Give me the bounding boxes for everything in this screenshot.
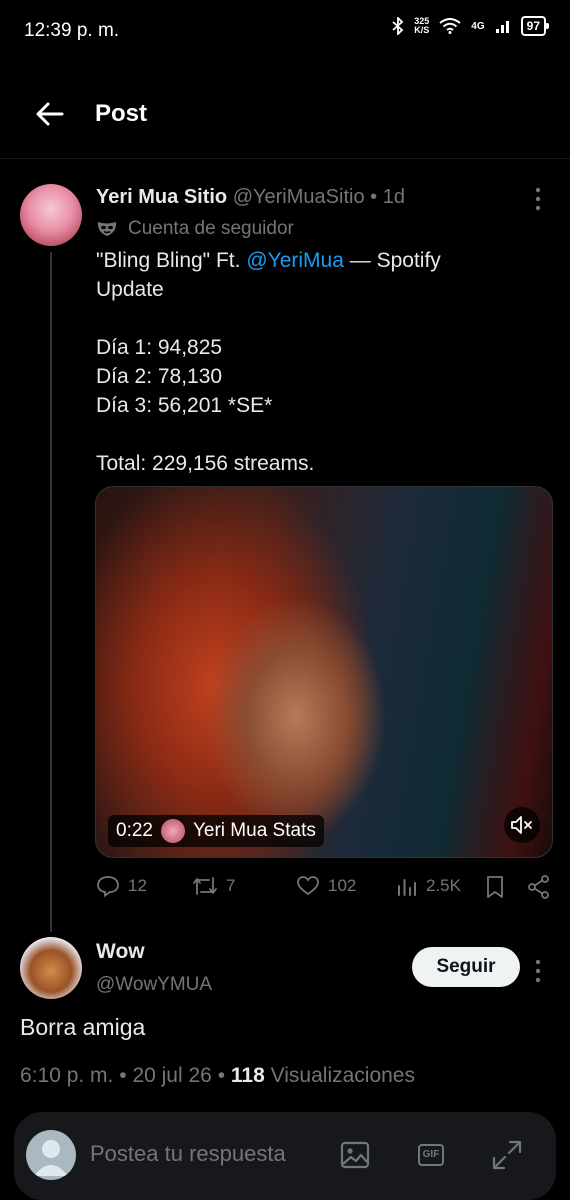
wifi-icon (439, 18, 461, 34)
views-number: 118 (230, 1064, 265, 1087)
network-type: 4G (471, 20, 485, 32)
post-text: "Bling Bling" Ft. @YeriMua — Spotify Upd… (96, 249, 441, 475)
more-options-icon[interactable] (528, 958, 548, 984)
header: Post (0, 78, 570, 150)
avatar[interactable] (20, 184, 82, 246)
reply-date: 20 jul 26 (132, 1064, 212, 1087)
views-label: Visualizaciones (270, 1064, 415, 1087)
repost-icon (193, 877, 217, 895)
user-avatar[interactable] (26, 1130, 76, 1180)
views-count: 2.5K (426, 876, 461, 895)
thread-line (50, 252, 52, 932)
video-duration: 0:22 (116, 820, 153, 841)
bluetooth-icon (392, 17, 404, 35)
gif-icon[interactable]: GIF (414, 1138, 448, 1172)
video-source: Yeri Mua Stats (192, 820, 316, 841)
avatar[interactable] (20, 937, 82, 999)
page-title: Post (95, 100, 148, 127)
reply-composer: GIF (14, 1112, 556, 1200)
signal-icon (495, 21, 509, 33)
default-user-icon (34, 1140, 68, 1176)
battery-indicator: 97 (520, 16, 550, 36)
post-author-row: Yeri Mua Sitio @YeriMuaSitio • 1d (96, 186, 405, 209)
expand-icon[interactable] (490, 1138, 524, 1172)
mention-link[interactable]: @YeriMua (246, 249, 344, 272)
arrow-left-icon[interactable] (32, 96, 68, 132)
reply-action[interactable]: 12 (96, 874, 147, 898)
reply-input[interactable] (88, 1140, 322, 1168)
status-time: 12:39 p. m. (24, 20, 120, 41)
follow-button[interactable]: Seguir (412, 947, 520, 987)
reply-text: Borra amiga (20, 1014, 146, 1040)
time-ago[interactable]: 1d (383, 186, 405, 208)
speaker-muted-icon (511, 816, 532, 834)
reply-meta: 6:10 p. m. • 20 jul 26 • 118 Visualizaci… (20, 1064, 415, 1087)
status-icons: 325 K/S 4G 97 (392, 16, 550, 36)
source-avatar (160, 819, 185, 843)
follower-account-label: Cuenta de seguidor (96, 218, 294, 240)
reply-icon (97, 876, 119, 898)
network-speed: 325 K/S (414, 16, 430, 35)
more-options-icon[interactable] (528, 186, 548, 212)
author-handle[interactable]: @YeriMuaSitio (233, 186, 365, 208)
image-icon[interactable] (338, 1138, 372, 1172)
repost-count: 7 (226, 876, 236, 895)
header-divider (0, 158, 570, 159)
like-action[interactable]: 102 (296, 874, 356, 898)
share-icon[interactable] (526, 874, 552, 900)
video-badge: 0:22 Yeri Mua Stats (108, 815, 324, 847)
separator-dot: • (370, 186, 378, 208)
bookmark-icon[interactable] (484, 874, 506, 900)
views-action[interactable]: 2.5K (396, 874, 461, 898)
author-name[interactable]: Yeri Mua Sitio (96, 186, 227, 208)
video-player[interactable]: 0:22 Yeri Mua Stats (95, 486, 553, 858)
post-actions: 12 7 102 2.5K (96, 874, 552, 902)
like-count: 102 (328, 876, 357, 895)
reply-time: 6:10 p. m. (20, 1064, 114, 1087)
views-chart-icon (398, 879, 416, 896)
heart-icon (297, 876, 319, 896)
repost-action[interactable]: 7 (192, 874, 235, 898)
mute-button[interactable] (504, 807, 540, 843)
reply-count: 12 (128, 876, 147, 895)
reply-author-handle[interactable]: @WowYMUA (96, 974, 212, 996)
reply-author-name[interactable]: Wow (96, 940, 145, 964)
mask-icon (97, 222, 117, 236)
